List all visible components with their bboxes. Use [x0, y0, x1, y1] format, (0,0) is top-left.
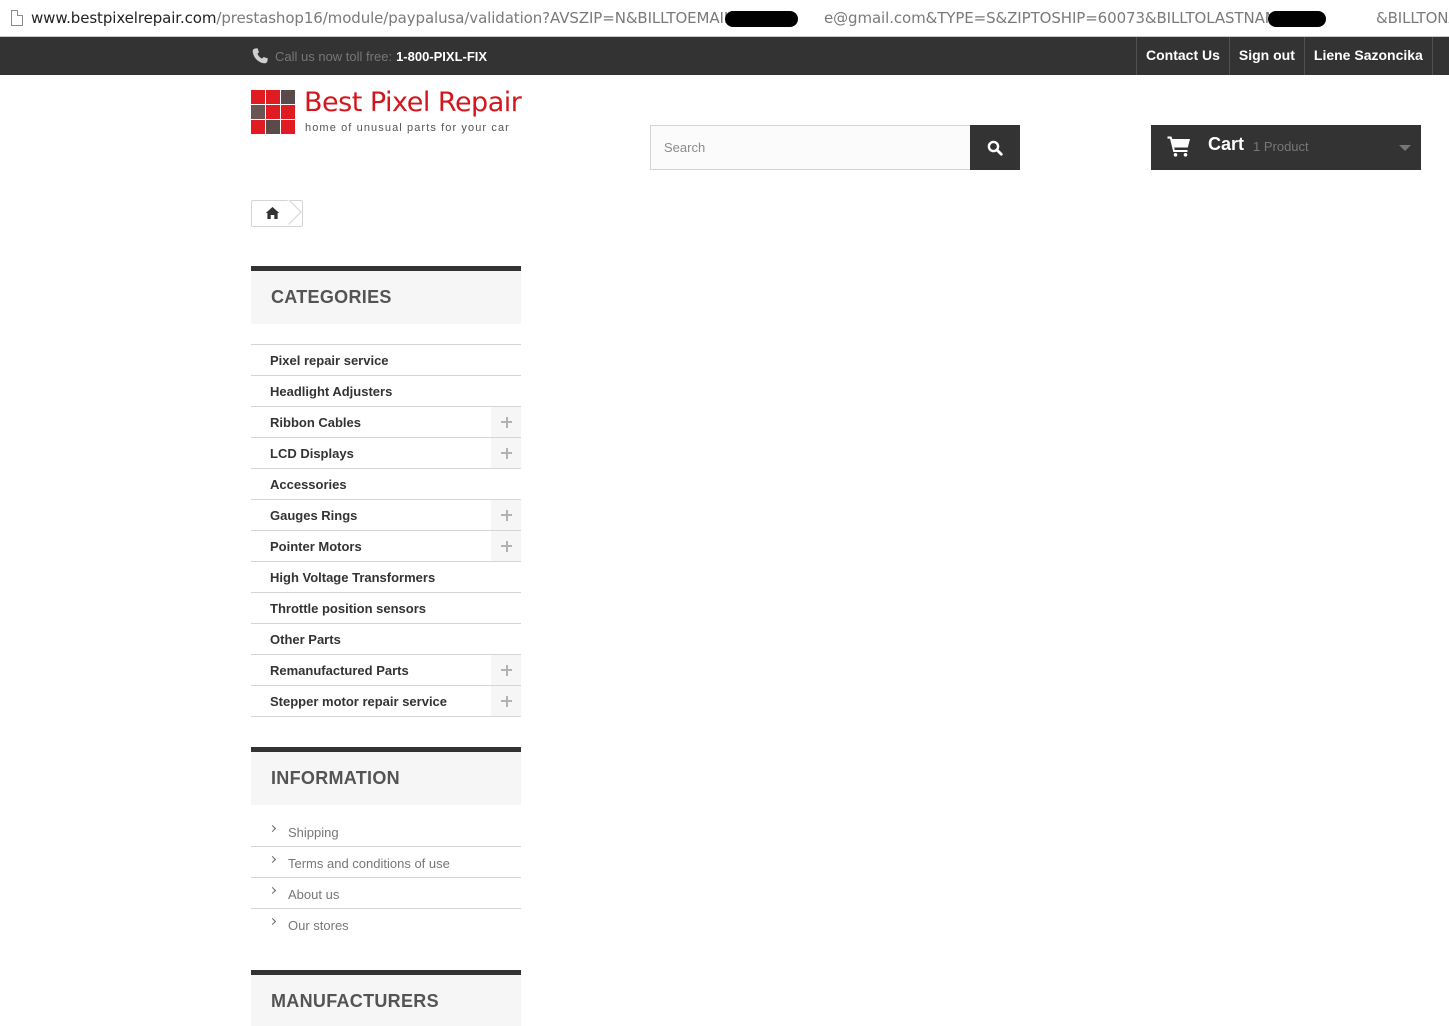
phone-label: Call us now toll free: [275, 48, 393, 64]
logo-pixel-grid [251, 90, 295, 134]
home-icon[interactable] [265, 206, 280, 220]
manufacturers-title: Manufacturers [251, 970, 521, 1026]
expand-plus-icon[interactable] [491, 655, 521, 685]
category-label[interactable]: Stepper motor repair service [270, 694, 447, 709]
category-item[interactable]: Stepper motor repair service [251, 686, 521, 717]
category-item[interactable]: Other Parts [251, 624, 521, 655]
search-input[interactable] [650, 125, 970, 170]
category-item[interactable]: LCD Displays [251, 438, 521, 469]
url-host: www.bestpixelrepair.com [31, 9, 217, 27]
chevron-right-icon [268, 917, 277, 926]
chevron-down-icon [1399, 145, 1411, 151]
information-list: Shipping Terms and conditions of use About… [251, 816, 521, 940]
category-item[interactable]: Ribbon Cables [251, 407, 521, 438]
category-label[interactable]: Pointer Motors [270, 539, 362, 554]
url-path: /prestashop16/module/paypalusa/validatio… [216, 9, 754, 27]
header-links: Contact Us Sign out Liene Sazoncika [1136, 37, 1433, 75]
expand-plus-icon[interactable] [491, 531, 521, 561]
category-label[interactable]: Other Parts [270, 632, 341, 647]
category-item[interactable]: Gauges Rings [251, 500, 521, 531]
cart-quantity: 1 Product [1253, 139, 1309, 154]
categories-list: Pixel repair service Headlight Adjusters R… [251, 344, 521, 717]
category-label[interactable]: Accessories [270, 477, 347, 492]
chevron-right-icon [268, 824, 277, 833]
site-logo[interactable]: Best Pixel Repair home of unusual parts … [251, 87, 522, 136]
page-icon [11, 10, 23, 26]
cart-label: Cart [1208, 134, 1245, 154]
category-item[interactable]: Headlight Adjusters [251, 376, 521, 407]
information-link[interactable]: About us [288, 887, 339, 902]
cart-icon [1167, 136, 1190, 157]
logo-pixel [281, 120, 295, 134]
search-icon [987, 140, 1003, 156]
logo-title: Best Pixel Repair [304, 87, 522, 118]
breadcrumb-separator [287, 200, 307, 227]
category-label[interactable]: High Voltage Transformers [270, 570, 435, 585]
url-mid: e@gmail.com&TYPE=S&ZIPTOSHIP=60073&BILLT… [824, 9, 1318, 27]
information-link[interactable]: Shipping [288, 825, 339, 840]
category-label[interactable]: LCD Displays [270, 446, 354, 461]
logo-tagline: home of unusual parts for your car [305, 122, 510, 134]
information-link[interactable]: Our stores [288, 918, 349, 933]
category-label[interactable]: Throttle position sensors [270, 601, 426, 616]
category-item[interactable]: Remanufactured Parts [251, 655, 521, 686]
category-label[interactable]: Remanufactured Parts [270, 663, 409, 678]
logo-pixel [251, 90, 265, 104]
category-label[interactable]: Gauges Rings [270, 508, 357, 523]
cart-button[interactable]: Cart 1 Product [1151, 125, 1421, 170]
logo-pixel [266, 120, 280, 134]
phone-number: 1-800-PIXL-FIX [396, 48, 488, 64]
logo-pixel [281, 90, 295, 104]
phone-icon [252, 48, 268, 64]
information-item[interactable]: Terms and conditions of use [251, 847, 521, 878]
redaction-mark [1268, 11, 1326, 27]
logo-pixel [251, 105, 265, 119]
category-label[interactable]: Pixel repair service [270, 353, 389, 368]
top-nav-bar: Call us now toll free: 1-800-PIXL-FIX Co… [0, 37, 1449, 75]
search-bar [650, 125, 1020, 170]
sign-out-link[interactable]: Sign out [1228, 37, 1304, 75]
category-item[interactable]: Pixel repair service [251, 345, 521, 376]
browser-address-bar[interactable]: www.bestpixelrepair.com/prestashop16/mod… [0, 0, 1449, 37]
logo-pixel [266, 90, 280, 104]
account-link[interactable]: Liene Sazoncika [1303, 37, 1433, 75]
redaction-mark [725, 11, 798, 27]
chevron-right-icon [268, 886, 277, 895]
category-item[interactable]: Throttle position sensors [251, 593, 521, 624]
information-item[interactable]: Shipping [251, 816, 521, 847]
logo-pixel [281, 105, 295, 119]
logo-pixel [251, 120, 265, 134]
breadcrumb [251, 200, 303, 227]
information-link[interactable]: Terms and conditions of use [288, 856, 450, 871]
information-item[interactable]: About us [251, 878, 521, 909]
category-item[interactable]: Pointer Motors [251, 531, 521, 562]
category-item[interactable]: Accessories [251, 469, 521, 500]
categories-title: Categories [251, 266, 521, 324]
search-button[interactable] [970, 125, 1020, 170]
information-item[interactable]: Our stores [251, 909, 521, 940]
category-item[interactable]: High Voltage Transformers [251, 562, 521, 593]
expand-plus-icon[interactable] [491, 686, 521, 716]
expand-plus-icon[interactable] [491, 407, 521, 437]
expand-plus-icon[interactable] [491, 438, 521, 468]
logo-pixel [266, 105, 280, 119]
category-label[interactable]: Headlight Adjusters [270, 384, 392, 399]
category-label[interactable]: Ribbon Cables [270, 415, 361, 430]
phone-info: Call us now toll free: 1-800-PIXL-FIX [251, 45, 487, 67]
contact-us-link[interactable]: Contact Us [1136, 37, 1229, 75]
url-tail: &BILLTONAME=L [1375, 9, 1449, 27]
information-title: Information [251, 747, 521, 805]
expand-plus-icon[interactable] [491, 500, 521, 530]
chevron-right-icon [268, 855, 277, 864]
